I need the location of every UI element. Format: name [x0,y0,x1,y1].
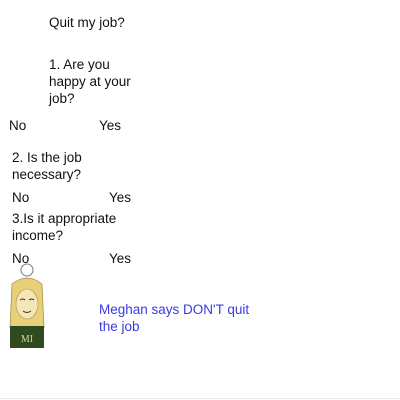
question-1: 1. Are you happy at your job? [49,57,131,106]
question-2-yes: Yes [109,190,132,205]
flow-title: Quit my job? [49,15,125,30]
divider [0,398,400,399]
question-2-no: No [12,190,30,205]
verdict-text: Meghan says DON'T quit the job [99,302,250,334]
question-3-yes: Yes [109,251,132,266]
girl-avatar-icon: MI [9,263,45,348]
question-2: 2. Is the job necessary? [12,150,82,182]
question-3: 3.Is it appropriate income? [12,211,117,243]
question-1-yes: Yes [99,118,122,133]
question-1-no: No [9,118,27,133]
avatar-shirt-text: MI [21,334,33,345]
